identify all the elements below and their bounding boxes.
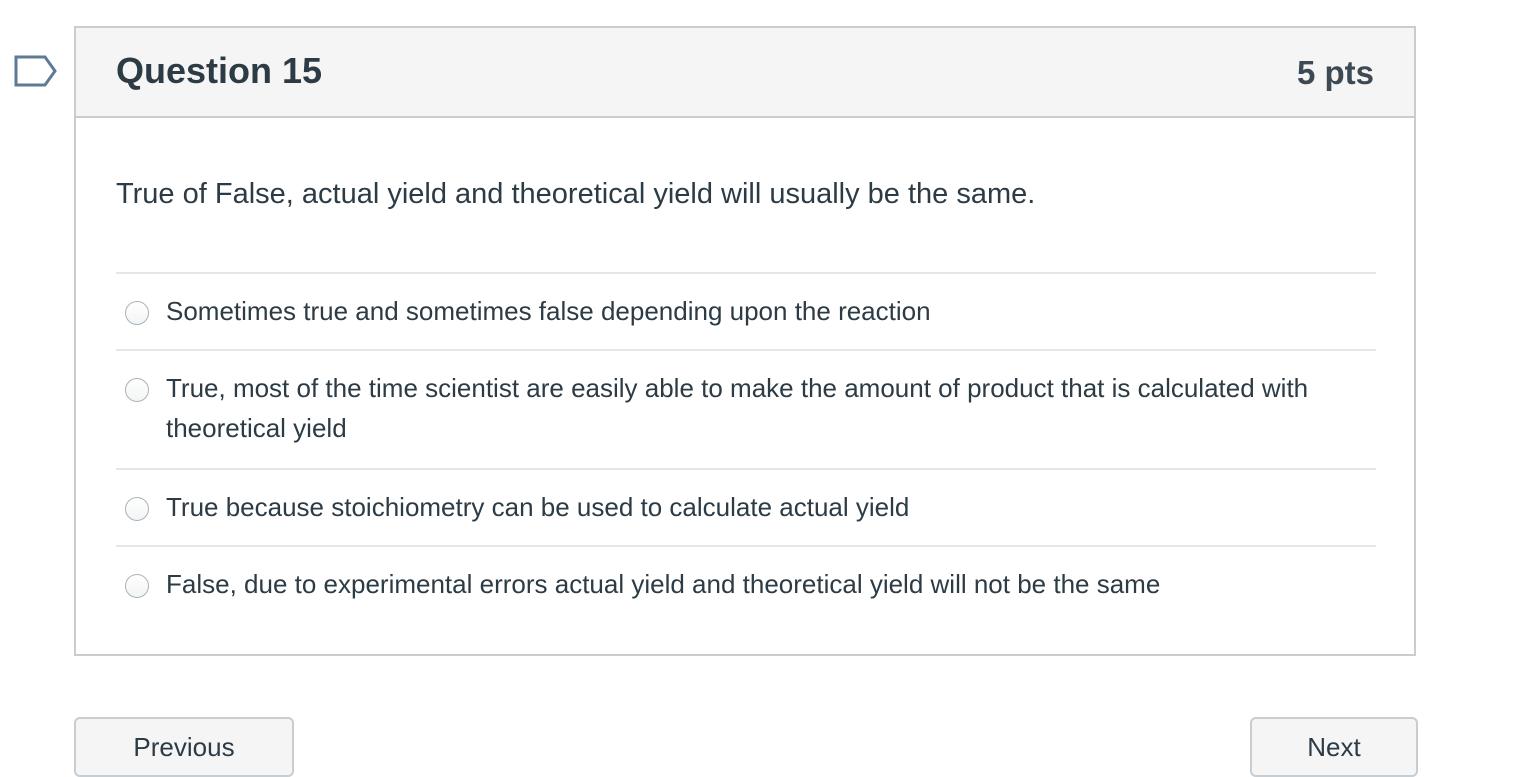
flag-question-icon[interactable] xyxy=(14,54,58,88)
question-text: True of False, actual yield and theoreti… xyxy=(116,178,1036,210)
question-points: 5 pts xyxy=(1296,54,1374,91)
answer-option[interactable]: True, most of the time scientist are eas… xyxy=(116,349,1376,468)
answer-list: Sometimes true and sometimes false depen… xyxy=(116,272,1376,622)
radio-button[interactable] xyxy=(125,497,149,521)
answer-label: False, due to experimental errors actual… xyxy=(166,569,1161,599)
question-title: Question 15 xyxy=(116,50,323,91)
radio-button[interactable] xyxy=(125,378,149,402)
question-card: Question 15 5 pts True of False, actual … xyxy=(74,26,1416,656)
answer-label: True because stoichiometry can be used t… xyxy=(166,492,910,522)
question-header: Question 15 5 pts xyxy=(76,28,1414,118)
answer-option[interactable]: True because stoichiometry can be used t… xyxy=(116,468,1376,545)
radio-button[interactable] xyxy=(125,301,149,325)
answer-label: Sometimes true and sometimes false depen… xyxy=(166,296,931,326)
answer-label: True, most of the time scientist are eas… xyxy=(166,373,1309,443)
answer-option[interactable]: Sometimes true and sometimes false depen… xyxy=(116,272,1376,349)
previous-button[interactable]: Previous xyxy=(74,717,294,777)
next-button[interactable]: Next xyxy=(1250,717,1418,777)
answer-option[interactable]: False, due to experimental errors actual… xyxy=(116,545,1376,622)
radio-button[interactable] xyxy=(125,574,149,598)
